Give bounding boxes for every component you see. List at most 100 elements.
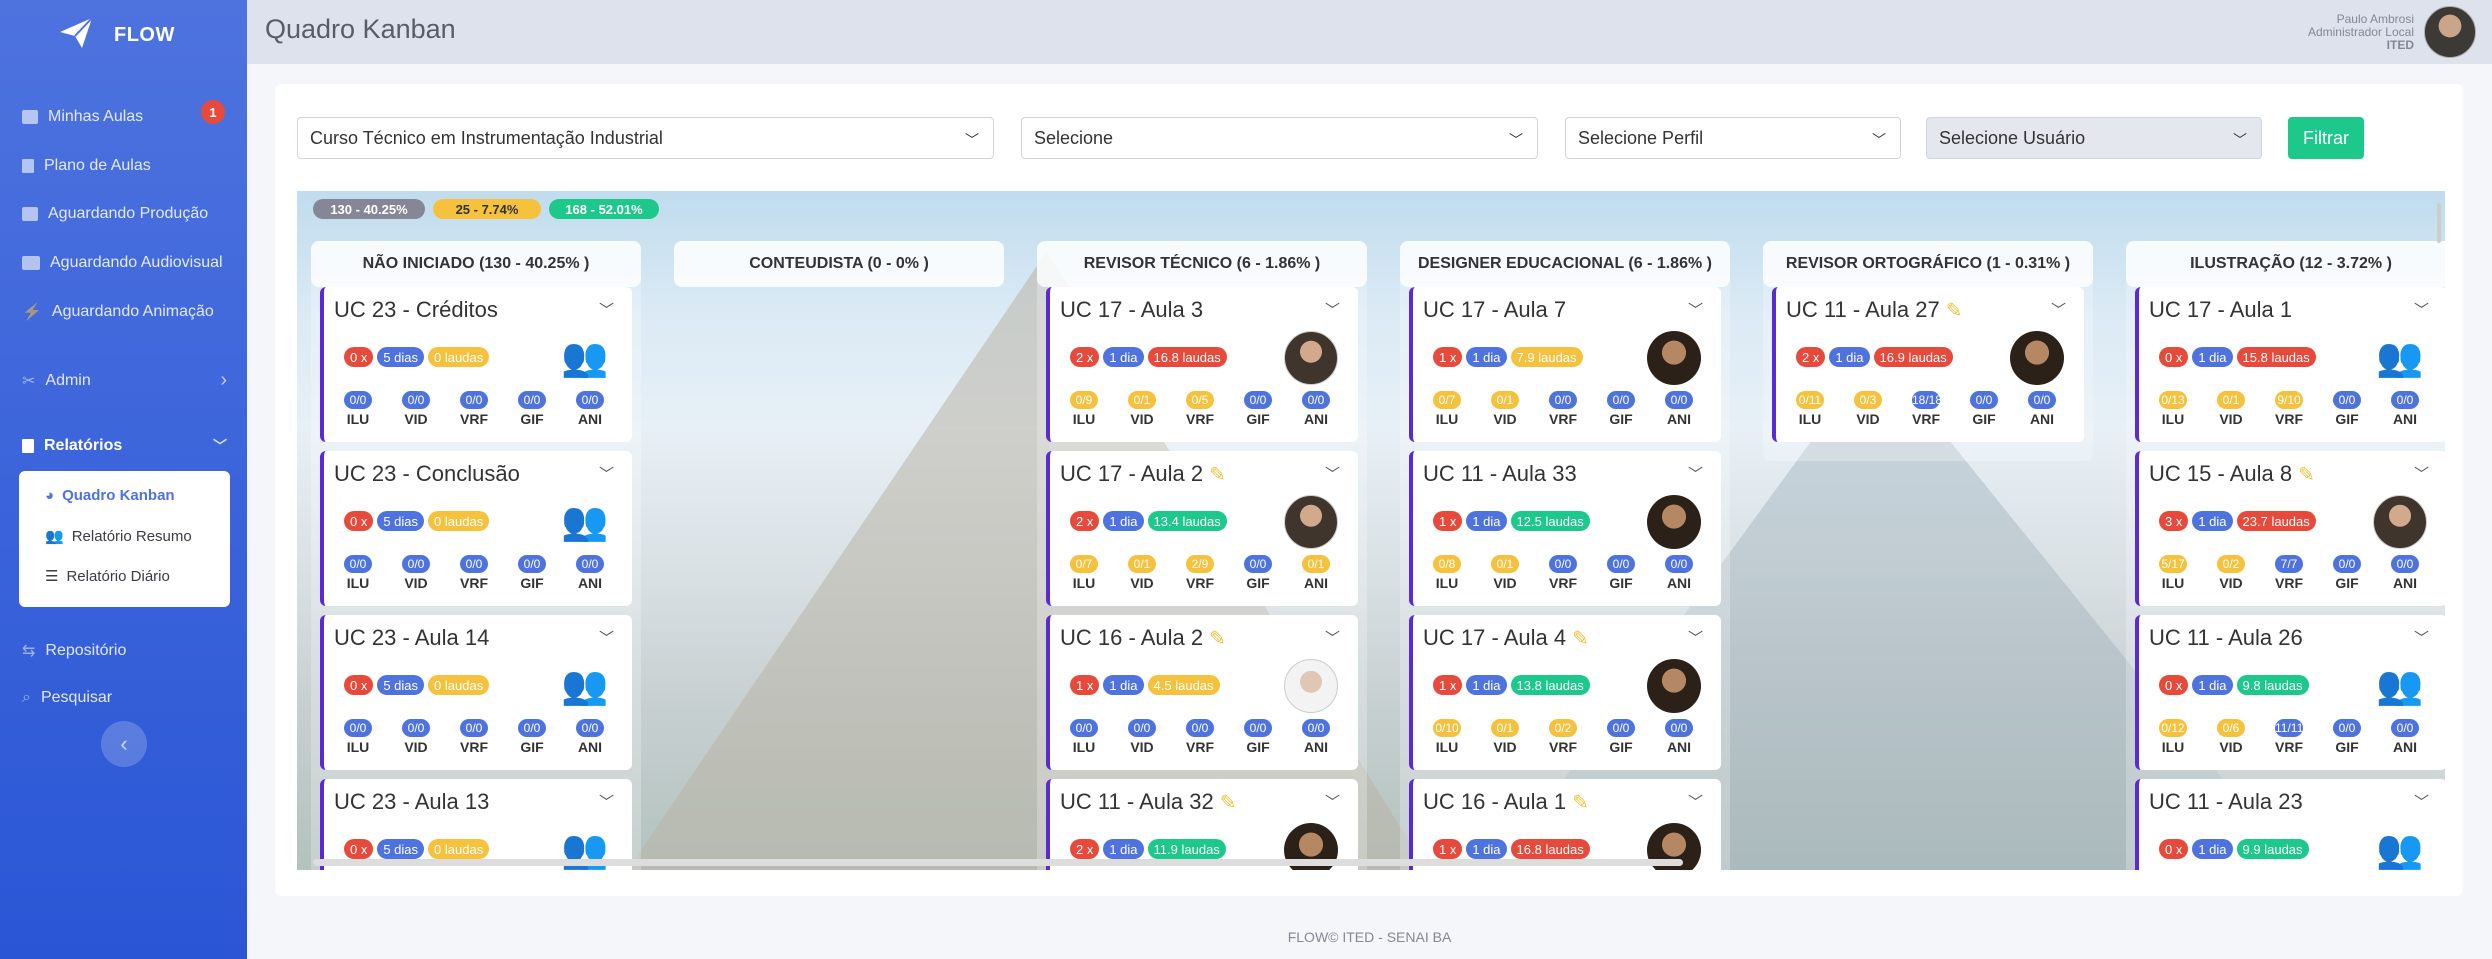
chevron-down-icon[interactable]: ﹀ xyxy=(599,463,614,484)
profile-select[interactable]: Selecione Perfil ﹀ xyxy=(1565,117,1901,159)
sidebar-item-label: Relatórios xyxy=(44,437,123,454)
filter-button[interactable]: Filtrar xyxy=(2288,117,2364,159)
stat-value: 0/0 xyxy=(1607,719,1635,737)
vertical-scrollbar[interactable] xyxy=(2437,203,2441,243)
table-icon xyxy=(22,110,38,124)
stat-label: VID xyxy=(2219,739,2243,755)
kanban-card[interactable]: UC 11 - Aula 26 ﹀ 0 x1 dia 9.8 laudas 👥 0/12 I… xyxy=(2135,615,2445,770)
stat-item: 0/10 ILU xyxy=(1433,719,1461,755)
avatar xyxy=(2373,495,2427,549)
chevron-down-icon[interactable]: ﹀ xyxy=(599,299,614,320)
course-select[interactable]: Curso Técnico em Instrumentação Industri… xyxy=(297,117,994,159)
sidebar-item-aguardando-audiovisual[interactable]: Aguardando Audiovisual xyxy=(22,254,223,272)
chevron-down-icon[interactable]: ﹀ xyxy=(1688,791,1703,812)
submenu-quadro-kanban[interactable]: ◕ Quadro Kanban xyxy=(45,487,175,504)
stat-value: 0/12 xyxy=(2159,719,2187,737)
edit-icon[interactable]: ✎ xyxy=(1220,790,1237,815)
unit-select-value: Selecione xyxy=(1034,127,1114,148)
stat-label: ANI xyxy=(2392,575,2418,591)
kanban-card[interactable]: UC 17 - Aula 4 ✎ ﹀ 1 x1 dia 13.8 laudas 0/10 I… xyxy=(1409,615,1721,770)
card-title: UC 17 - Aula 1 xyxy=(2149,297,2292,323)
edit-icon[interactable]: ✎ xyxy=(1209,462,1226,487)
sidebar-item-aguardando-animacao[interactable]: ⚡ Aguardando Animação xyxy=(22,302,214,322)
sidebar-item-admin[interactable]: ✂ Admin › xyxy=(22,369,227,392)
kanban-card[interactable]: UC 11 - Aula 33 ﹀ 1 x1 dia 12.5 laudas 0/8 IL… xyxy=(1409,451,1721,606)
chevron-down-icon[interactable]: ﹀ xyxy=(2414,791,2429,812)
user-role: Administrador Local xyxy=(2307,24,2414,39)
chevron-down-icon[interactable]: ﹀ xyxy=(1688,299,1703,320)
kanban-card[interactable]: UC 15 - Aula 8 ✎ ﹀ 3 x1 dia 23.7 laudas 5/17 I… xyxy=(2135,451,2445,606)
card-pills: 0 x1 dia 9.8 laudas xyxy=(2159,675,2309,695)
submenu-relatorio-diario[interactable]: ☰ Relatório Diário xyxy=(45,567,170,586)
card-title: UC 11 - Aula 26 xyxy=(2149,625,2303,651)
card-pill: 13.8 laudas xyxy=(1510,675,1590,695)
sidebar-item-repositorio[interactable]: ⇆ Repositório xyxy=(22,641,126,661)
kanban-card[interactable]: UC 23 - Aula 14 ﹀ 0 x5 dias 0 laudas 👥 0/0 ILU… xyxy=(320,615,632,770)
chevron-down-icon[interactable]: ﹀ xyxy=(1688,627,1703,648)
group-icon: 👥 xyxy=(561,665,609,707)
chevron-down-icon[interactable]: ﹀ xyxy=(1325,463,1340,484)
chevron-down-icon[interactable]: ﹀ xyxy=(2051,299,2066,320)
card-title-text: UC 17 - Aula 1 xyxy=(2149,297,2293,322)
chevron-down-icon[interactable]: ﹀ xyxy=(1688,463,1703,484)
unit-select[interactable]: Selecione ﹀ xyxy=(1021,117,1538,159)
kanban-card[interactable]: UC 17 - Aula 2 ✎ ﹀ 2 x1 dia 13.4 laudas 0/7 IL… xyxy=(1046,451,1358,606)
avatar[interactable] xyxy=(2424,6,2476,58)
card-title: UC 23 - Conclusão xyxy=(334,461,520,487)
stat-value: 0/0 xyxy=(1070,719,1098,737)
sidebar-item-pesquisar[interactable]: ⌕ Pesquisar xyxy=(22,689,112,707)
chevron-down-icon[interactable]: ﹀ xyxy=(1325,791,1340,812)
kanban-card[interactable]: UC 17 - Aula 3 ﹀ 2 x1 dia 16.8 laudas 0/9 ILU… xyxy=(1046,287,1358,442)
chevron-down-icon: ﹀ xyxy=(2233,132,2247,148)
kanban-card[interactable]: UC 16 - Aula 1✎﹀1 x1 dia16.8 laudas0/0IL… xyxy=(1409,779,1721,870)
submenu-relatorio-resumo[interactable]: 👥 Relatório Resumo xyxy=(45,527,192,546)
chevron-down-icon[interactable]: ﹀ xyxy=(2414,463,2429,484)
stat-label: GIF xyxy=(1609,739,1633,755)
sidebar-toggle-button[interactable]: ‹ xyxy=(101,721,147,767)
brand[interactable]: FLOW xyxy=(0,0,247,70)
sidebar-item-aguardando-producao[interactable]: Aguardando Produção xyxy=(22,205,208,223)
footer: FLOW© ITED - SENAI BA xyxy=(1287,929,1452,945)
kanban-card[interactable]: UC 23 - Aula 13﹀0 x5 dias0 laudas👥0/0ILU… xyxy=(320,779,632,870)
chevron-down-icon[interactable]: ﹀ xyxy=(2414,299,2429,320)
sidebar-item-minhas-aulas[interactable]: Minhas Aulas xyxy=(22,108,143,126)
card-title-text: UC 11 - Aula 27 xyxy=(1786,297,1940,322)
chevron-down-icon[interactable]: ﹀ xyxy=(599,791,614,812)
kanban-card[interactable]: UC 11 - Aula 32✎﹀2 x1 dia11.9 laudas0/0I… xyxy=(1046,779,1358,870)
stat-item: 0/0 ILU xyxy=(344,555,372,591)
edit-icon[interactable]: ✎ xyxy=(1572,626,1589,651)
chevron-down-icon[interactable]: ﹀ xyxy=(1325,299,1340,320)
sidebar-item-plano-de-aulas[interactable]: Plano de Aulas xyxy=(22,157,151,175)
summary-badge-gray: 130 - 40.25% xyxy=(313,199,425,219)
kanban-card[interactable]: UC 11 - Aula 27 ✎ ﹀ 2 x1 dia 16.9 laudas 0/11… xyxy=(1772,287,2084,442)
kanban-card[interactable]: UC 23 - Créditos ﹀ 0 x5 dias 0 laudas 👥 0/0 IL… xyxy=(320,287,632,442)
kanban-card[interactable]: UC 17 - Aula 1 ﹀ 0 x1 dia 15.8 laudas 👥 0/13 I… xyxy=(2135,287,2445,442)
column-header: REVISOR TÉCNICO (6 - 1.86% ) xyxy=(1037,241,1367,287)
user-select[interactable]: Selecione Usuário ﹀ xyxy=(1926,117,2262,159)
edit-icon[interactable]: ✎ xyxy=(1946,298,1963,323)
card-pill: 0 x xyxy=(2159,839,2189,859)
kanban-card[interactable]: UC 11 - Aula 23﹀0 x1 dia9.9 laudas👥0/0IL… xyxy=(2135,779,2445,870)
card-pill: 1 dia xyxy=(2192,839,2233,859)
kanban-card[interactable]: UC 17 - Aula 7 ﹀ 1 x1 dia 7.9 laudas 0/7 ILU 0… xyxy=(1409,287,1721,442)
edit-icon[interactable]: ✎ xyxy=(1572,790,1589,815)
kanban-card[interactable]: UC 23 - Conclusão ﹀ 0 x5 dias 0 laudas 👥 0/0 I… xyxy=(320,451,632,606)
card-pills: 0 x5 dias 0 laudas xyxy=(344,347,490,367)
horizontal-scrollbar[interactable] xyxy=(313,859,1683,866)
user-menu[interactable]: Paulo Ambrosi Administrador Local ITED xyxy=(2308,6,2476,58)
submenu-label: Quadro Kanban xyxy=(62,487,175,504)
chevron-down-icon[interactable]: ﹀ xyxy=(1325,627,1340,648)
card-pill: 0 x xyxy=(344,511,374,531)
sidebar-item-relatorios[interactable]: Relatórios ﹀ xyxy=(22,436,227,456)
stat-item: 0/0 GIF xyxy=(1244,719,1272,755)
chevron-down-icon[interactable]: ﹀ xyxy=(599,627,614,648)
edit-icon[interactable]: ✎ xyxy=(2298,462,2315,487)
card-title-text: UC 11 - Aula 26 xyxy=(2149,625,2303,650)
kanban-card[interactable]: UC 16 - Aula 2 ✎ ﹀ 1 x1 dia 4.5 laudas 0/0 ILU… xyxy=(1046,615,1358,770)
card-stats: 0/0 ILU 0/0 VID 0/0 VRF 0/0 GIF 0/0 ANI xyxy=(344,391,604,427)
chevron-down-icon[interactable]: ﹀ xyxy=(2414,627,2429,648)
sidebar-item-label: Pesquisar xyxy=(40,689,113,706)
edit-icon[interactable]: ✎ xyxy=(1209,626,1226,651)
stat-item: 0/11 ILU xyxy=(1796,391,1824,427)
stat-label: ANI xyxy=(1666,411,1692,427)
